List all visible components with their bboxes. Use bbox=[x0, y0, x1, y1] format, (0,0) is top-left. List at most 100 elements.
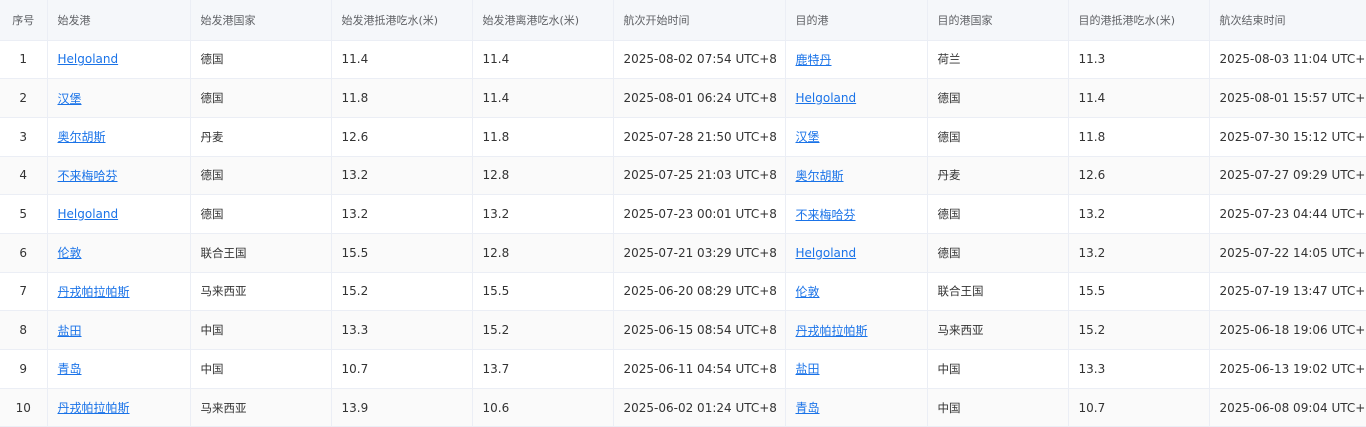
end-time-cell: 2025-07-22 14:05 UTC+8 bbox=[1209, 233, 1366, 273]
start-time-cell: 2025-07-21 03:29 UTC+8 bbox=[613, 233, 786, 273]
start-time-cell: 2025-06-15 08:54 UTC+8 bbox=[613, 310, 786, 350]
origin-country-cell: 德国 bbox=[190, 194, 332, 234]
origin-arrival-draft-cell: 13.2 bbox=[331, 194, 473, 234]
origin-arrival-draft-cell: 12.6 bbox=[331, 117, 473, 157]
origin-departure-draft-cell: 12.8 bbox=[472, 156, 614, 196]
table-row: 3 奥尔胡斯 丹麦 12.6 11.8 2025-07-28 21:50 UTC… bbox=[0, 117, 1366, 157]
row-index: 9 bbox=[0, 349, 48, 389]
dest-port-link[interactable]: 奥尔胡斯 bbox=[796, 169, 844, 183]
dest-port-link[interactable]: Helgoland bbox=[796, 91, 857, 105]
column-header-origin-port: 始发港 bbox=[47, 0, 191, 41]
dest-port-cell: 盐田 bbox=[785, 349, 928, 389]
column-header-origin-departure-draft: 始发港离港吃水(米) bbox=[472, 0, 614, 41]
origin-arrival-draft-cell: 13.2 bbox=[331, 156, 473, 196]
origin-arrival-draft-cell: 11.4 bbox=[331, 40, 473, 80]
start-time-cell: 2025-06-11 04:54 UTC+8 bbox=[613, 349, 786, 389]
origin-arrival-draft-cell: 15.2 bbox=[331, 272, 473, 312]
table-row: 9 青岛 中国 10.7 13.7 2025-06-11 04:54 UTC+8… bbox=[0, 349, 1366, 389]
dest-port-link[interactable]: 汉堡 bbox=[796, 130, 820, 144]
column-header-start-time: 航次开始时间 bbox=[613, 0, 786, 41]
column-header-origin-arrival-draft: 始发港抵港吃水(米) bbox=[331, 0, 473, 41]
row-index: 3 bbox=[0, 117, 48, 157]
origin-port-link[interactable]: Helgoland bbox=[58, 207, 119, 221]
origin-port-link[interactable]: 汉堡 bbox=[58, 92, 82, 106]
end-time-cell: 2025-06-18 19:06 UTC+8 bbox=[1209, 310, 1366, 350]
dest-country-cell: 德国 bbox=[927, 78, 1069, 118]
origin-country-cell: 中国 bbox=[190, 349, 332, 389]
dest-arrival-draft-cell: 13.2 bbox=[1068, 194, 1210, 234]
origin-departure-draft-cell: 11.8 bbox=[472, 117, 614, 157]
dest-arrival-draft-cell: 11.8 bbox=[1068, 117, 1210, 157]
end-time-cell: 2025-08-03 11:04 UTC+8 bbox=[1209, 40, 1366, 80]
origin-arrival-draft-cell: 10.7 bbox=[331, 349, 473, 389]
origin-port-link[interactable]: 丹戎帕拉帕斯 bbox=[58, 401, 130, 415]
dest-arrival-draft-cell: 10.7 bbox=[1068, 388, 1210, 427]
dest-arrival-draft-cell: 12.6 bbox=[1068, 156, 1210, 196]
voyage-history-table-container: 序号 始发港 始发港国家 始发港抵港吃水(米) 始发港离港吃水(米) 航次开始时… bbox=[0, 0, 1366, 427]
origin-departure-draft-cell: 12.8 bbox=[472, 233, 614, 273]
origin-port-cell: 奥尔胡斯 bbox=[47, 117, 191, 157]
dest-port-link[interactable]: 伦敦 bbox=[796, 285, 820, 299]
row-index: 10 bbox=[0, 388, 48, 427]
origin-port-cell: 伦敦 bbox=[47, 233, 191, 273]
table-row: 2 汉堡 德国 11.8 11.4 2025-08-01 06:24 UTC+8… bbox=[0, 78, 1366, 118]
origin-arrival-draft-cell: 13.3 bbox=[331, 310, 473, 350]
dest-port-cell: 不来梅哈芬 bbox=[785, 194, 928, 234]
dest-country-cell: 荷兰 bbox=[927, 40, 1069, 80]
origin-country-cell: 中国 bbox=[190, 310, 332, 350]
row-index: 7 bbox=[0, 272, 48, 312]
table-row: 4 不来梅哈芬 德国 13.2 12.8 2025-07-25 21:03 UT… bbox=[0, 156, 1366, 196]
origin-country-cell: 联合王国 bbox=[190, 233, 332, 273]
dest-port-link[interactable]: 丹戎帕拉帕斯 bbox=[796, 324, 868, 338]
origin-port-link[interactable]: 不来梅哈芬 bbox=[58, 169, 118, 183]
dest-port-link[interactable]: 盐田 bbox=[796, 362, 820, 376]
table-row: 6 伦敦 联合王国 15.5 12.8 2025-07-21 03:29 UTC… bbox=[0, 233, 1366, 273]
start-time-cell: 2025-08-02 07:54 UTC+8 bbox=[613, 40, 786, 80]
origin-port-cell: 丹戎帕拉帕斯 bbox=[47, 272, 191, 312]
origin-departure-draft-cell: 13.7 bbox=[472, 349, 614, 389]
origin-port-link[interactable]: 丹戎帕拉帕斯 bbox=[58, 285, 130, 299]
origin-port-link[interactable]: 奥尔胡斯 bbox=[58, 130, 106, 144]
end-time-cell: 2025-06-08 09:04 UTC+8 bbox=[1209, 388, 1366, 427]
table-header-row: 序号 始发港 始发港国家 始发港抵港吃水(米) 始发港离港吃水(米) 航次开始时… bbox=[0, 0, 1366, 41]
table-row: 8 盐田 中国 13.3 15.2 2025-06-15 08:54 UTC+8… bbox=[0, 310, 1366, 350]
origin-arrival-draft-cell: 15.5 bbox=[331, 233, 473, 273]
end-time-cell: 2025-07-27 09:29 UTC+8 bbox=[1209, 156, 1366, 196]
dest-country-cell: 马来西亚 bbox=[927, 310, 1069, 350]
column-header-end-time: 航次结束时间 bbox=[1209, 0, 1366, 41]
end-time-cell: 2025-07-19 13:47 UTC+8 bbox=[1209, 272, 1366, 312]
dest-port-link[interactable]: Helgoland bbox=[796, 246, 857, 260]
origin-departure-draft-cell: 15.2 bbox=[472, 310, 614, 350]
start-time-cell: 2025-06-02 01:24 UTC+8 bbox=[613, 388, 786, 427]
dest-country-cell: 德国 bbox=[927, 194, 1069, 234]
origin-arrival-draft-cell: 11.8 bbox=[331, 78, 473, 118]
origin-port-link[interactable]: 伦敦 bbox=[58, 246, 82, 260]
origin-departure-draft-cell: 11.4 bbox=[472, 40, 614, 80]
origin-port-cell: 不来梅哈芬 bbox=[47, 156, 191, 196]
dest-port-link[interactable]: 不来梅哈芬 bbox=[796, 208, 856, 222]
origin-port-link[interactable]: Helgoland bbox=[58, 52, 119, 66]
origin-port-cell: 青岛 bbox=[47, 349, 191, 389]
table-row: 7 丹戎帕拉帕斯 马来西亚 15.2 15.5 2025-06-20 08:29… bbox=[0, 272, 1366, 312]
row-index: 6 bbox=[0, 233, 48, 273]
start-time-cell: 2025-07-28 21:50 UTC+8 bbox=[613, 117, 786, 157]
dest-arrival-draft-cell: 13.2 bbox=[1068, 233, 1210, 273]
origin-port-link[interactable]: 青岛 bbox=[58, 362, 82, 376]
dest-port-link[interactable]: 鹿特丹 bbox=[796, 53, 832, 67]
dest-port-link[interactable]: 青岛 bbox=[796, 401, 820, 415]
table-row: 5 Helgoland 德国 13.2 13.2 2025-07-23 00:0… bbox=[0, 194, 1366, 234]
dest-arrival-draft-cell: 15.2 bbox=[1068, 310, 1210, 350]
origin-country-cell: 马来西亚 bbox=[190, 272, 332, 312]
origin-port-cell: 丹戎帕拉帕斯 bbox=[47, 388, 191, 427]
row-index: 8 bbox=[0, 310, 48, 350]
dest-port-cell: 鹿特丹 bbox=[785, 40, 928, 80]
column-header-origin-country: 始发港国家 bbox=[190, 0, 332, 41]
dest-port-cell: 奥尔胡斯 bbox=[785, 156, 928, 196]
row-index: 4 bbox=[0, 156, 48, 196]
voyage-history-table: 序号 始发港 始发港国家 始发港抵港吃水(米) 始发港离港吃水(米) 航次开始时… bbox=[0, 0, 1366, 427]
column-header-dest-arrival-draft: 目的港抵港吃水(米) bbox=[1068, 0, 1210, 41]
dest-country-cell: 德国 bbox=[927, 117, 1069, 157]
origin-port-link[interactable]: 盐田 bbox=[58, 324, 82, 338]
start-time-cell: 2025-08-01 06:24 UTC+8 bbox=[613, 78, 786, 118]
table-row: 1 Helgoland 德国 11.4 11.4 2025-08-02 07:5… bbox=[0, 40, 1366, 80]
